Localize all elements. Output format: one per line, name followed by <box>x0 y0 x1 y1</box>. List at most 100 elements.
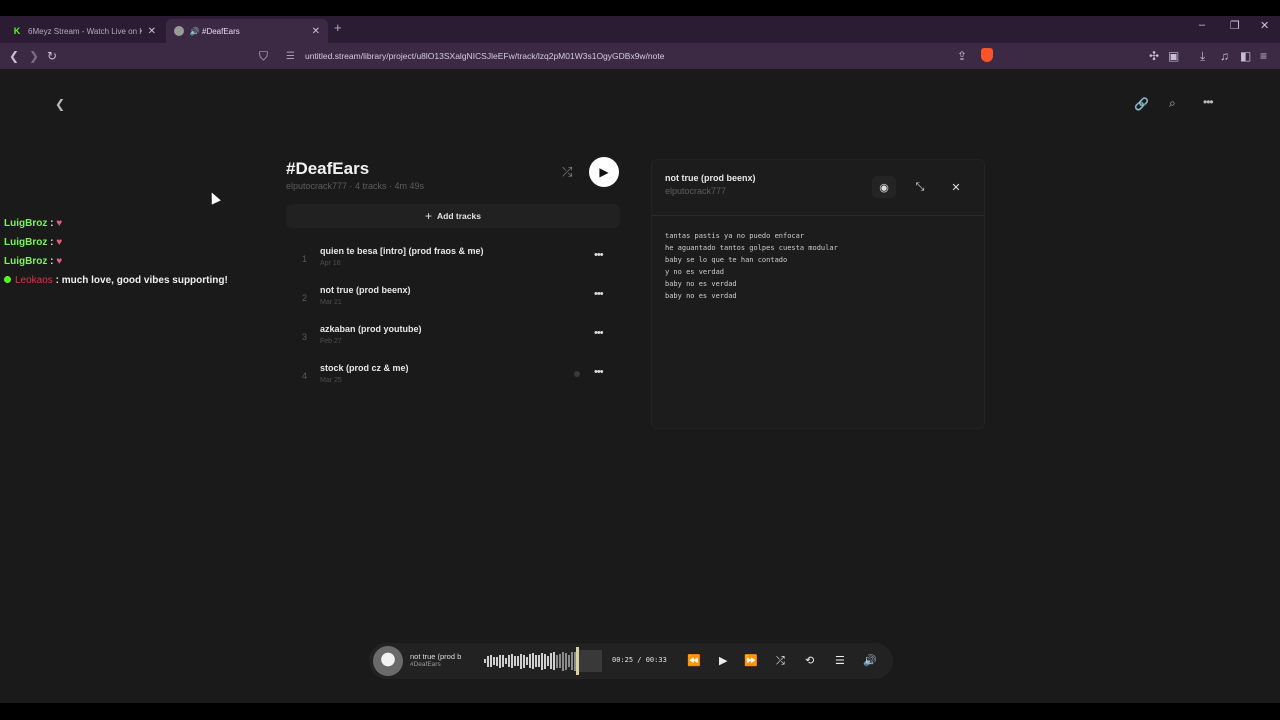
close-icon[interactable]: ✕ <box>148 26 156 37</box>
brave-shield-icon[interactable] <box>981 48 993 62</box>
minimize-icon[interactable]: – <box>1199 19 1205 31</box>
sidebar-icon[interactable]: ◧ <box>1240 48 1251 64</box>
waveform-bar <box>508 655 510 667</box>
kick-icon: K <box>13 26 21 36</box>
waveform-bar <box>544 653 546 669</box>
lyric-line: baby no es verdad <box>665 280 737 288</box>
fast-forward-icon[interactable]: ⏩ <box>744 654 758 668</box>
track-more-icon[interactable]: ••• <box>594 327 604 339</box>
close-icon[interactable]: ✕ <box>944 176 968 198</box>
tab-label: #DeafEars <box>202 26 240 36</box>
back-icon[interactable]: ❮ <box>55 97 65 111</box>
project-meta: elputocrack777 · 4 tracks · 4m 49s <box>286 181 425 191</box>
more-icon[interactable]: ••• <box>1203 95 1214 109</box>
forward-icon[interactable]: ❯ <box>29 48 39 64</box>
waveform-bar <box>523 654 525 668</box>
expand-icon[interactable]: ⤡ <box>908 176 932 198</box>
track-row[interactable]: 1 quien te besa [intro] (prod fraos & me… <box>286 240 620 276</box>
note-header: not true (prod beenx) elputocrack777 ◉ ⤡… <box>652 160 984 216</box>
waveform-bar <box>517 656 519 666</box>
note-lyrics[interactable]: tantas pastis ya no puedo enfocar he agu… <box>665 230 838 302</box>
track-row[interactable]: 3 azkaban (prod youtube) Feb 27 ••• <box>286 318 620 354</box>
site-icon <box>174 26 184 36</box>
note-artist: elputocrack777 <box>665 186 727 196</box>
reader-icon[interactable]: ▣ <box>1168 48 1179 64</box>
back-icon[interactable]: ❮ <box>9 48 19 64</box>
track-more-icon[interactable]: ••• <box>594 288 604 300</box>
reload-icon[interactable]: ↻ <box>47 48 57 64</box>
track-name: quien te besa [intro] (prod fraos & me) <box>320 246 484 256</box>
download-icon[interactable]: ⤓ <box>1200 48 1205 64</box>
track-row[interactable]: 2 not true (prod beenx) Mar 21 ••• <box>286 279 620 315</box>
bookmark-icon[interactable]: ⛉ <box>259 48 268 64</box>
waveform-bar <box>565 652 567 670</box>
music-icon[interactable]: ♫ <box>1220 48 1229 64</box>
shuffle-icon[interactable]: ⤮ <box>562 164 572 180</box>
waveform-bar <box>487 655 489 667</box>
play-button[interactable]: ▶ <box>589 157 619 187</box>
track-number: 3 <box>302 332 308 342</box>
restore-icon[interactable]: ❐ <box>1230 19 1240 32</box>
close-icon[interactable]: ✕ <box>312 26 320 37</box>
eye-icon[interactable]: ◉ <box>872 176 896 198</box>
repeat-icon[interactable]: ⟲ <box>805 654 814 668</box>
site-settings-icon[interactable]: ☰ <box>286 51 295 62</box>
tab-deafears[interactable]: 🔊 #DeafEars ✕ <box>166 19 328 43</box>
track-more-icon[interactable]: ••• <box>594 249 604 261</box>
rewind-icon[interactable]: ⏪ <box>687 654 701 668</box>
lyric-line: baby se lo que te han contado <box>665 256 788 264</box>
waveform-remaining <box>579 650 602 672</box>
track-date: Feb 27 <box>320 338 342 345</box>
mouse-cursor-icon <box>207 190 221 205</box>
menu-icon[interactable]: ≡ <box>1260 48 1267 64</box>
heart-emote: ♥ <box>56 237 63 248</box>
tab-label: 6Meyz Stream - Watch Live on Ki <box>28 26 142 36</box>
track-number: 4 <box>302 371 308 381</box>
extensions-icon[interactable]: ✣ <box>1149 48 1159 64</box>
play-icon[interactable]: ▶ <box>719 654 727 668</box>
waveform-bar <box>532 653 534 669</box>
waveform-bar <box>556 654 558 668</box>
page-content: ❮ 🔗 ⌕ ••• LuigBroz : ♥ LuigBroz : ♥ Luig… <box>0 69 1280 703</box>
playhead[interactable] <box>576 647 579 675</box>
waveform-bar <box>484 659 486 663</box>
speaker-icon: 🔊 <box>189 26 200 36</box>
chat-message: Leokaos : much love, good vibes supporti… <box>4 271 228 290</box>
waveform-bar <box>526 657 528 665</box>
close-window-icon[interactable]: ✕ <box>1260 19 1269 32</box>
new-tab-icon[interactable]: + <box>334 20 342 35</box>
chat-message: LuigBroz : ♥ <box>4 256 63 267</box>
address-bar[interactable]: ☰ untitled.stream/library/project/u8lO13… <box>278 47 1000 65</box>
link-icon[interactable]: 🔗 <box>1134 97 1149 111</box>
cover-art[interactable] <box>373 646 403 676</box>
waveform-bar <box>547 656 549 666</box>
letterbox-top <box>0 0 1280 16</box>
waveform-bar <box>562 651 564 671</box>
shuffle-icon[interactable]: ⤮ <box>776 654 785 668</box>
browser-toolbar: ❮ ❯ ↻ ⛉ ☰ untitled.stream/library/projec… <box>0 43 1280 69</box>
player-track-title: not true (prod b <box>410 652 462 661</box>
waveform-bar <box>553 652 555 670</box>
status-dot-icon <box>574 371 580 377</box>
lyric-line: y no es verdad <box>665 268 725 276</box>
waveform-bar <box>541 652 543 670</box>
add-tracks-button[interactable]: + Add tracks <box>286 204 620 228</box>
volume-icon[interactable]: 🔊 <box>863 654 877 668</box>
waveform-bar <box>568 655 570 667</box>
share-icon[interactable]: ⇪ <box>957 48 967 64</box>
waveform-bar <box>550 653 552 669</box>
track-date: Mar 25 <box>320 377 342 384</box>
track-name: stock (prod cz & me) <box>320 363 409 373</box>
lyric-line: baby no es verdad <box>665 292 737 300</box>
letterbox-bottom <box>0 703 1280 720</box>
waveform-bar <box>505 658 507 664</box>
search-icon[interactable]: ⌕ <box>1169 96 1176 111</box>
waveform-bar <box>529 654 531 668</box>
queue-icon[interactable]: ☰ <box>835 654 845 668</box>
track-more-icon[interactable]: ••• <box>594 366 604 378</box>
lyric-line: tantas pastis ya no puedo enfocar <box>665 232 805 240</box>
track-row[interactable]: 4 stock (prod cz & me) Mar 25 ••• <box>286 357 620 393</box>
waveform-bar <box>538 655 540 667</box>
heart-emote: ♥ <box>56 218 63 229</box>
tab-kick-stream[interactable]: K 6Meyz Stream - Watch Live on Ki ✕ <box>4 19 164 43</box>
